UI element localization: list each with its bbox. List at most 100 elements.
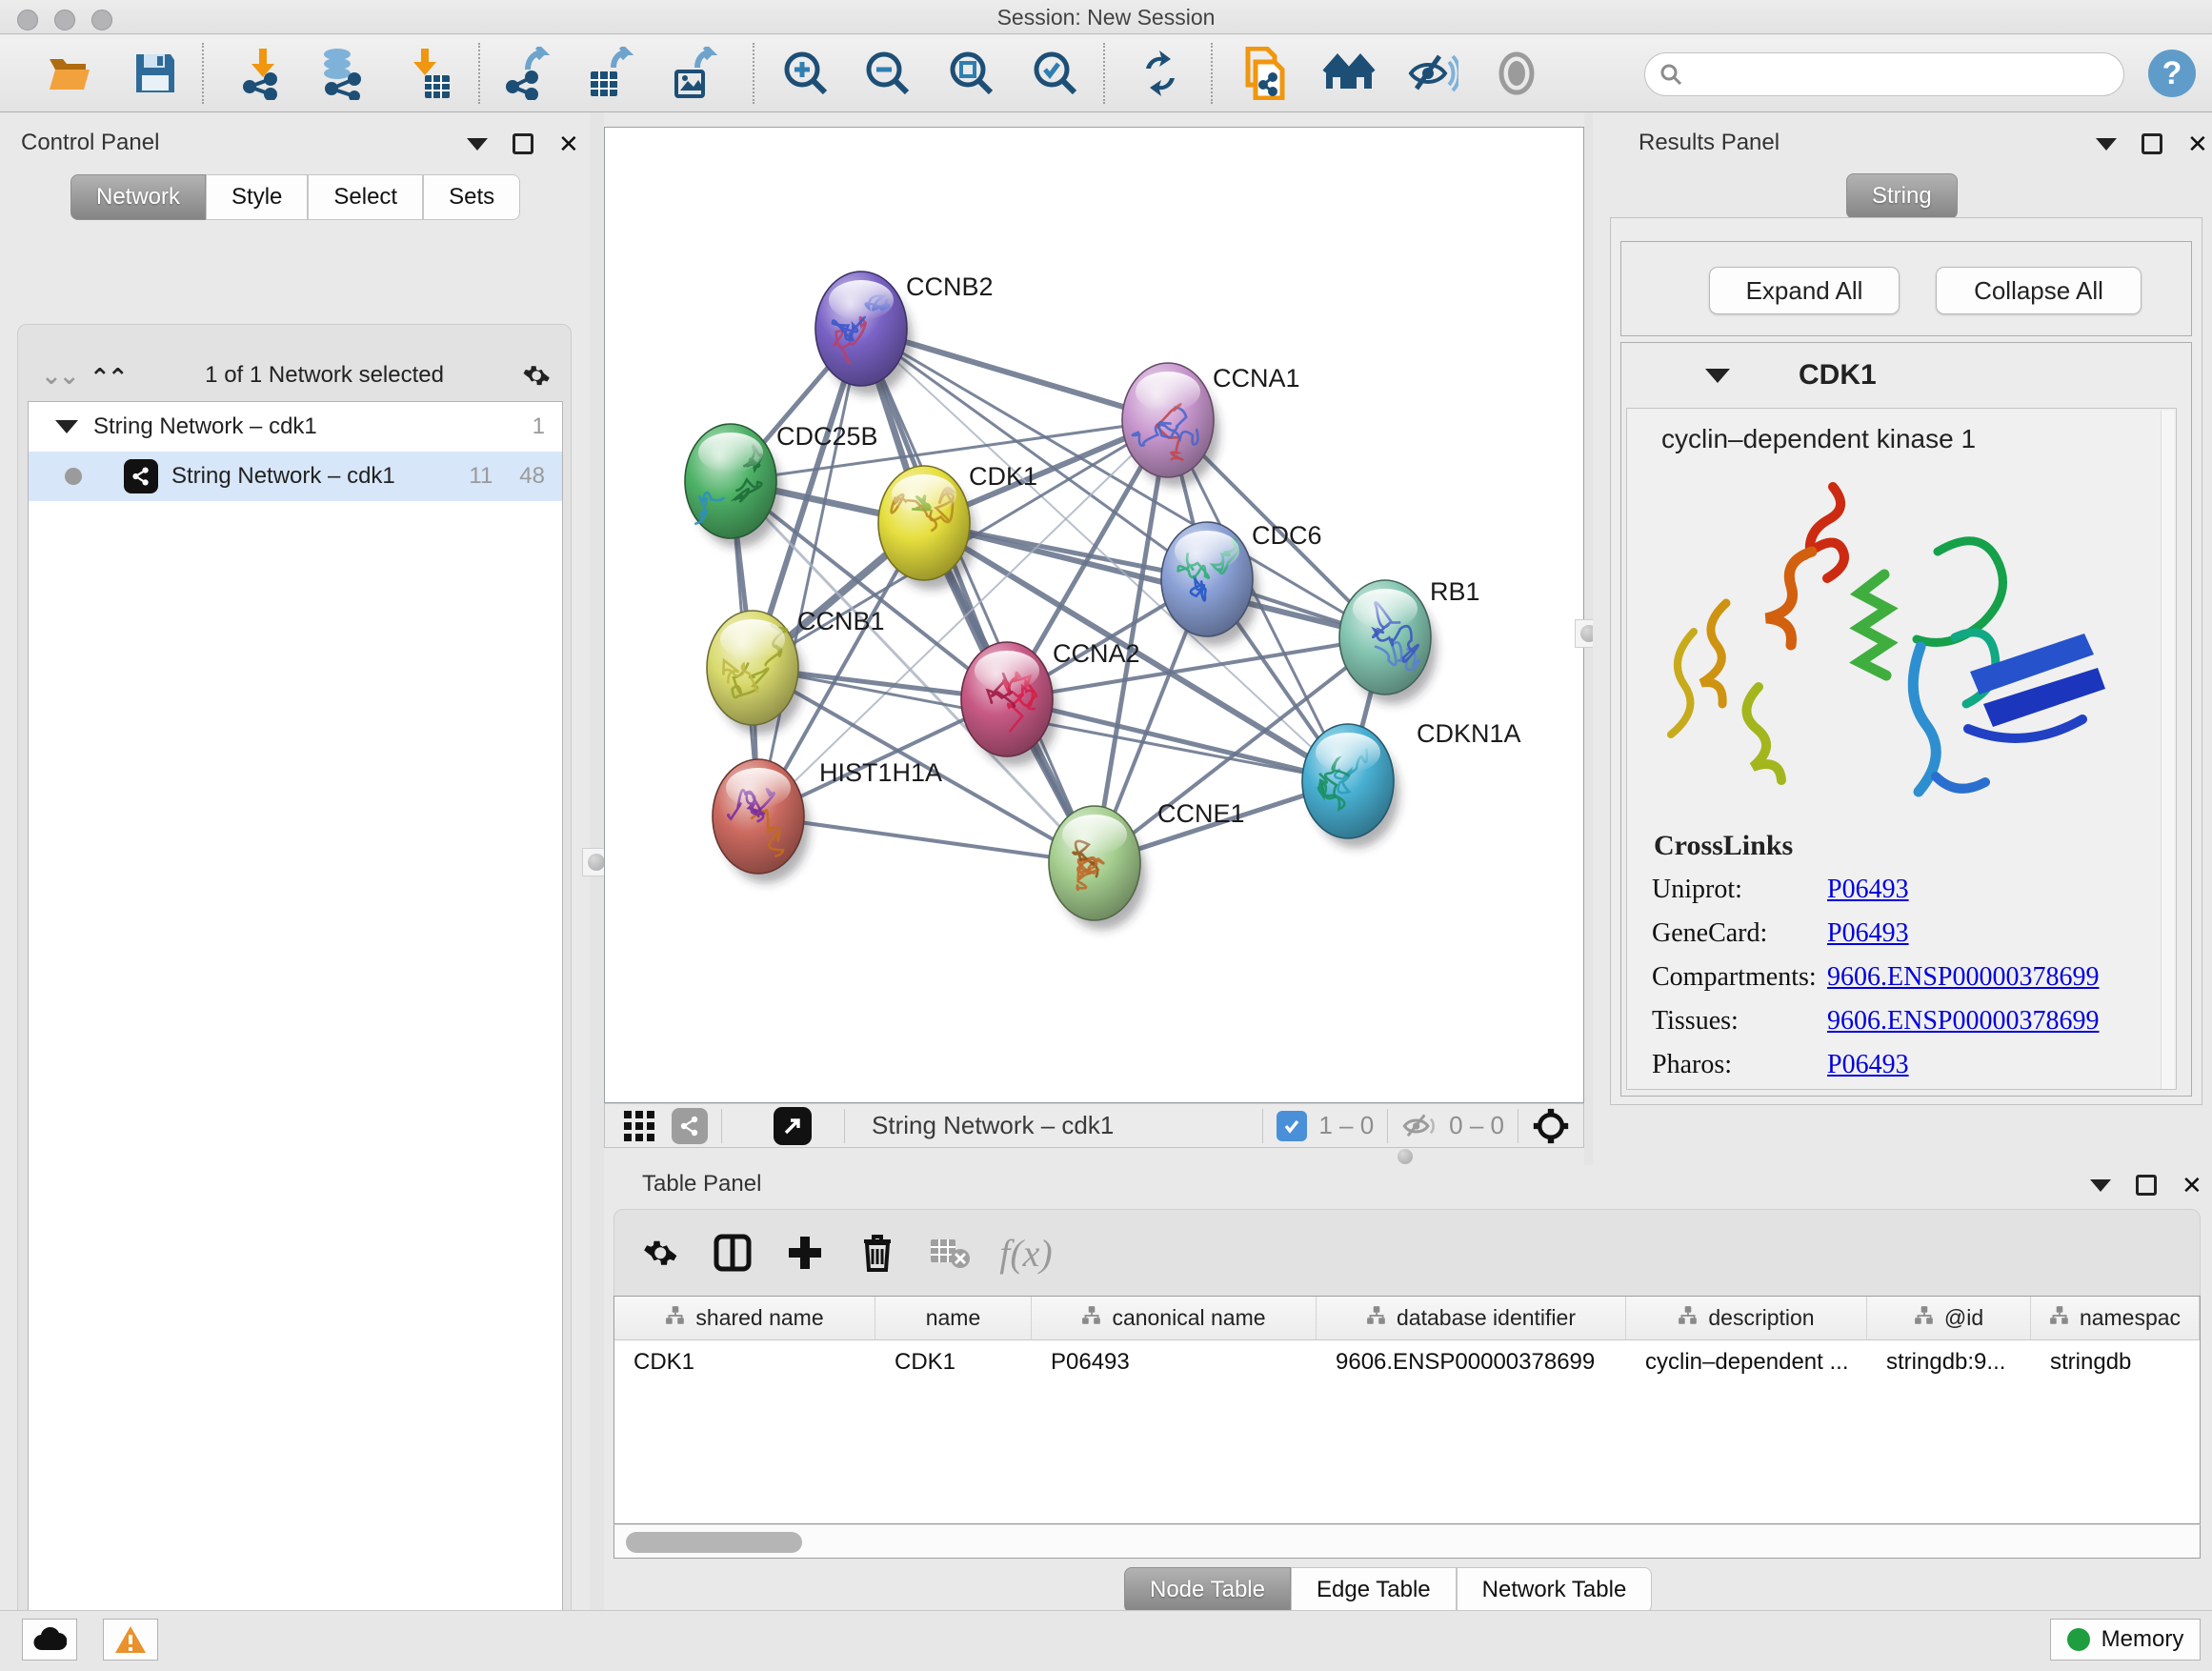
- table-cell[interactable]: CDK1: [614, 1340, 875, 1384]
- zoom-in-icon[interactable]: [779, 47, 833, 100]
- network-graph[interactable]: CCNB2CCNA1CDC25BCDK1CDC6RB1CCNB1CCNA2CDK…: [605, 128, 1583, 1102]
- import-table-file-icon[interactable]: [402, 47, 455, 100]
- warnings-button[interactable]: [103, 1619, 158, 1661]
- crosslink-link[interactable]: P06493: [1827, 1050, 1909, 1080]
- entry-expander-icon[interactable]: [1705, 369, 1730, 383]
- panel-close-icon[interactable]: ✕: [558, 133, 579, 154]
- statusbar-separator: [1262, 1109, 1263, 1143]
- tab-network[interactable]: Network: [70, 174, 206, 220]
- node-CCNB2[interactable]: CCNB2: [815, 272, 994, 395]
- table-cell[interactable]: cyclin–dependent ...: [1626, 1340, 1867, 1384]
- delete-column-trash-icon[interactable]: [849, 1224, 906, 1281]
- collapse-all-icon[interactable]: ⌄⌄: [41, 361, 77, 391]
- refresh-layout-icon[interactable]: [1134, 47, 1187, 100]
- collapse-all-button[interactable]: Collapse All: [1936, 267, 2142, 314]
- fit-selected-crosshair-icon[interactable]: [1532, 1107, 1570, 1145]
- node-table[interactable]: shared namenamecanonical namedatabase id…: [613, 1296, 2201, 1524]
- zoom-fit-icon[interactable]: [945, 47, 998, 100]
- tab-sets[interactable]: Sets: [423, 174, 520, 220]
- selected-nodes-checkbox[interactable]: [1277, 1111, 1307, 1141]
- table-cell[interactable]: stringdb: [2031, 1340, 2200, 1384]
- search-box[interactable]: [1644, 52, 2124, 96]
- network-collection-row[interactable]: String Network – cdk1 1: [29, 402, 562, 452]
- expand-all-button[interactable]: Expand All: [1709, 267, 1900, 314]
- tab-style[interactable]: Style: [206, 174, 308, 220]
- horizontal-splitter-handle[interactable]: [1393, 1149, 1418, 1164]
- table-horizontal-scrollbar[interactable]: [613, 1524, 2201, 1559]
- panel-float-icon[interactable]: [2142, 133, 2162, 154]
- function-builder-icon[interactable]: f(x): [997, 1224, 1055, 1281]
- gear-icon[interactable]: [521, 360, 552, 391]
- table-row[interactable]: CDK1CDK1P064939606.ENSP00000378699cyclin…: [614, 1340, 2200, 1384]
- tab-node-table[interactable]: Node Table: [1124, 1567, 1291, 1613]
- help-icon[interactable]: ?: [2145, 47, 2199, 100]
- hidden-items-icon[interactable]: [1401, 1111, 1439, 1141]
- column-header-namespac[interactable]: namespac: [2031, 1297, 2200, 1339]
- zoom-selected-icon[interactable]: [1029, 47, 1082, 100]
- panel-float-icon[interactable]: [513, 133, 533, 154]
- scrollbar-thumb[interactable]: [626, 1532, 802, 1553]
- string-home-icon[interactable]: [1322, 47, 1376, 100]
- node-CCNB1[interactable]: CCNB1: [707, 607, 885, 735]
- grid-view-icon[interactable]: [622, 1109, 656, 1143]
- column-header-description[interactable]: description: [1626, 1297, 1867, 1339]
- save-session-icon[interactable]: [129, 47, 182, 100]
- network-view-canvas[interactable]: CCNB2CCNA1CDC25BCDK1CDC6RB1CCNB1CCNA2CDK…: [604, 127, 1584, 1103]
- table-cell[interactable]: stringdb:9...: [1867, 1340, 2031, 1384]
- memory-button[interactable]: Memory: [2050, 1619, 2201, 1661]
- export-table-icon[interactable]: [583, 47, 636, 100]
- results-scrollbar[interactable]: [2161, 411, 2174, 1089]
- panel-menu-icon[interactable]: [467, 138, 488, 151]
- export-network-icon[interactable]: [501, 47, 554, 100]
- node-CDKN1A[interactable]: CDKN1A: [1302, 719, 1521, 848]
- tab-select[interactable]: Select: [308, 174, 423, 220]
- crosslink-link[interactable]: P06493: [1827, 875, 1909, 905]
- open-in-window-icon[interactable]: [774, 1107, 812, 1145]
- table-settings-gear-icon[interactable]: [632, 1224, 689, 1281]
- network-overview-icon[interactable]: [672, 1108, 708, 1144]
- panel-close-icon[interactable]: ✕: [2182, 1175, 2202, 1196]
- column-header-database-identifier[interactable]: database identifier: [1317, 1297, 1626, 1339]
- column-header-canonical-name[interactable]: canonical name: [1032, 1297, 1317, 1339]
- network-row[interactable]: String Network – cdk1 11 48: [29, 452, 562, 501]
- crosslink-link[interactable]: P06493: [1827, 918, 1909, 949]
- tab-network-table[interactable]: Network Table: [1457, 1567, 1653, 1613]
- column-header-shared-name[interactable]: shared name: [614, 1297, 875, 1339]
- show-columns-icon[interactable]: [704, 1224, 761, 1281]
- add-column-icon[interactable]: [776, 1224, 834, 1281]
- crosslink-link[interactable]: 9606.ENSP00000378699: [1827, 1006, 2099, 1037]
- panel-close-icon[interactable]: ✕: [2187, 133, 2208, 154]
- hidden-counts: 0 – 0: [1449, 1111, 1504, 1140]
- column-header--id[interactable]: @id: [1867, 1297, 2031, 1339]
- node-CCNA1[interactable]: CCNA1: [1122, 363, 1300, 487]
- crosslink-link[interactable]: 9606.ENSP00000378699: [1827, 962, 2099, 993]
- node-CDC25B[interactable]: CDC25B: [685, 422, 878, 548]
- cloud-button[interactable]: [22, 1619, 77, 1661]
- collection-expander-icon[interactable]: [55, 420, 78, 433]
- hide-graphics-details-icon[interactable]: [1406, 47, 1459, 100]
- show-graphics-details-icon[interactable]: [1490, 47, 1543, 100]
- column-header-name[interactable]: name: [875, 1297, 1032, 1339]
- node-HIST1H1A[interactable]: HIST1H1A: [713, 758, 942, 883]
- delete-table-icon[interactable]: [921, 1224, 978, 1281]
- open-session-icon[interactable]: [43, 47, 96, 100]
- zoom-out-icon[interactable]: [861, 47, 915, 100]
- node-RB1[interactable]: RB1: [1339, 577, 1480, 704]
- panel-float-icon[interactable]: [2136, 1175, 2157, 1196]
- table-cell[interactable]: P06493: [1032, 1340, 1317, 1384]
- tab-edge-table[interactable]: Edge Table: [1291, 1567, 1457, 1613]
- expand-all-icon[interactable]: ⌄⌄: [92, 361, 129, 391]
- table-cell[interactable]: CDK1: [875, 1340, 1032, 1384]
- tab-string[interactable]: String: [1846, 173, 1958, 219]
- copy-pages-icon[interactable]: [1238, 47, 1292, 100]
- entry-header[interactable]: CDK1: [1621, 343, 2191, 408]
- node-CCNE1[interactable]: CCNE1: [1049, 799, 1245, 930]
- search-input[interactable]: [1683, 61, 2123, 88]
- import-network-database-icon[interactable]: [314, 47, 368, 100]
- import-network-file-icon[interactable]: [236, 47, 290, 100]
- table-cell[interactable]: 9606.ENSP00000378699: [1317, 1340, 1626, 1384]
- panel-menu-icon[interactable]: [2090, 1179, 2111, 1192]
- panel-menu-icon[interactable]: [2096, 138, 2117, 151]
- export-image-icon[interactable]: [667, 47, 720, 100]
- node-CDC6[interactable]: CDC6: [1161, 521, 1322, 646]
